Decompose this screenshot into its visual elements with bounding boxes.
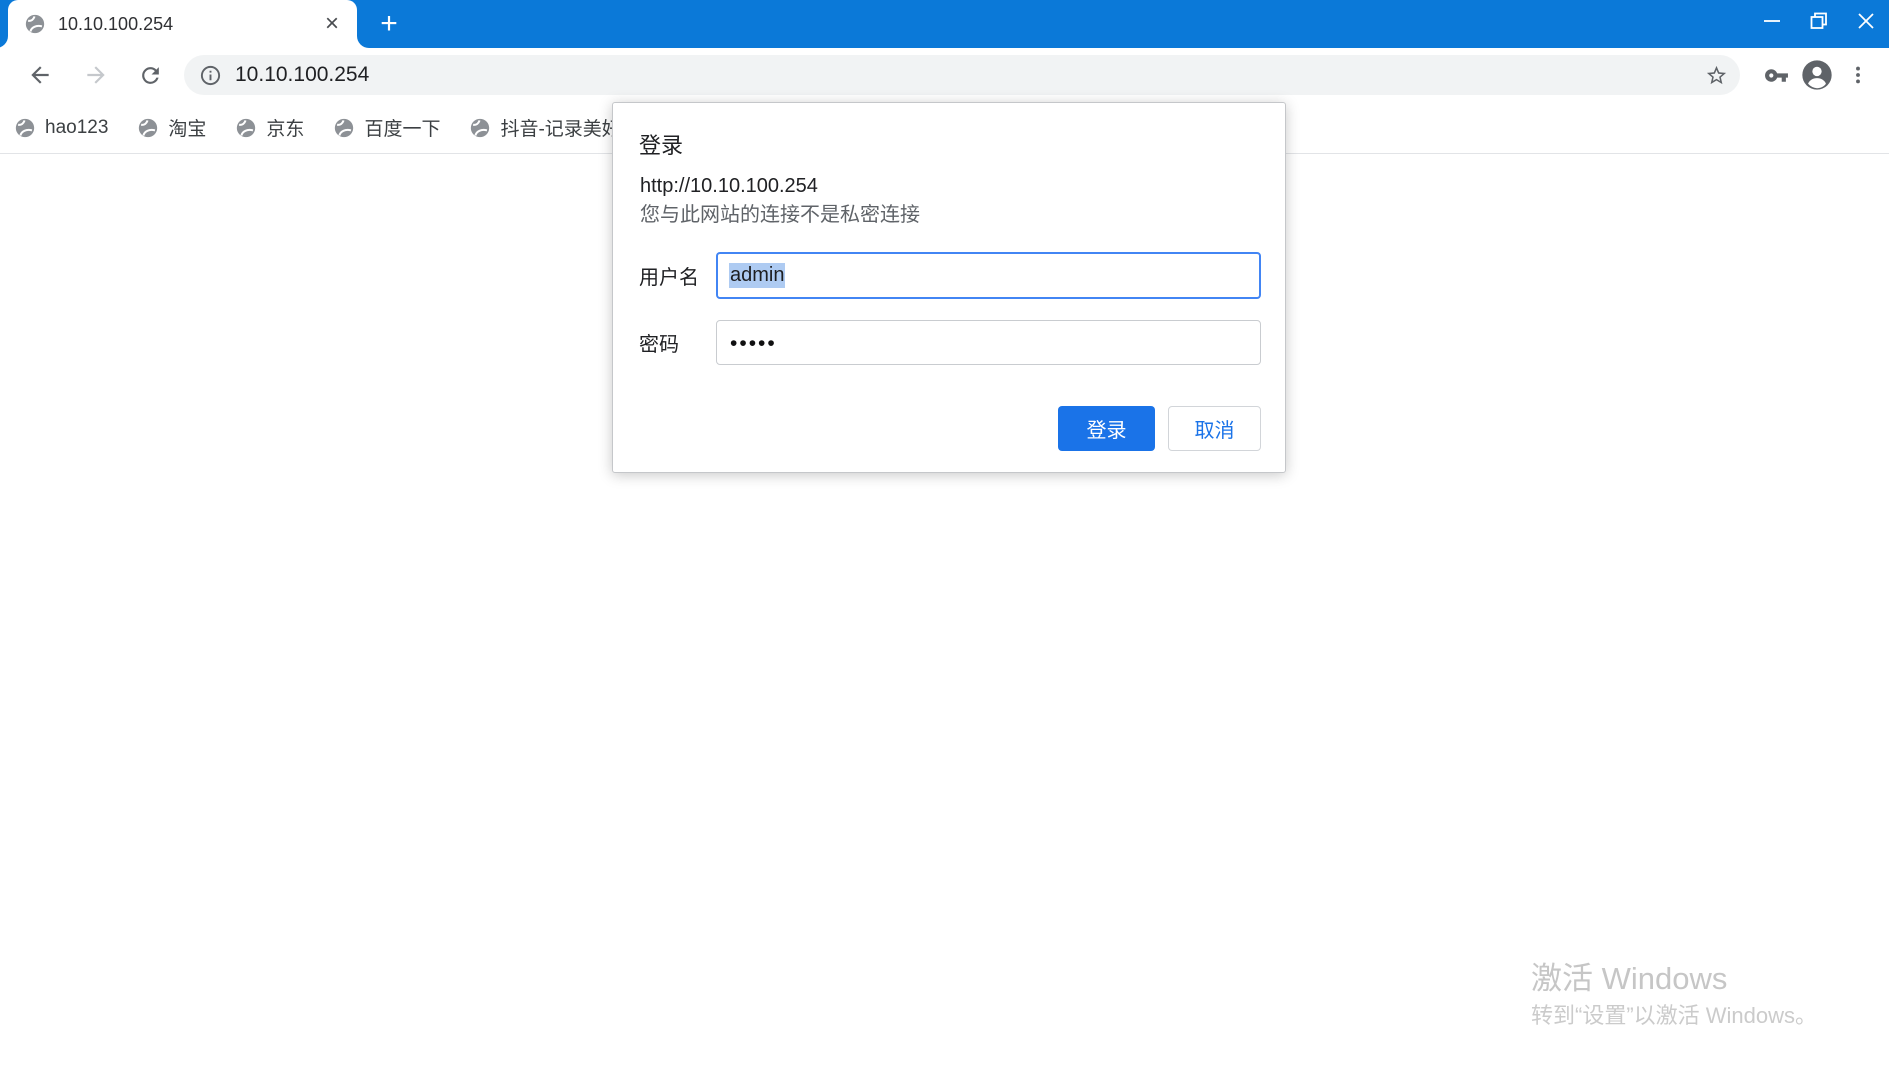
profile-avatar[interactable]: [1796, 55, 1838, 95]
bookmark-taobao[interactable]: 淘宝: [137, 114, 206, 141]
reload-icon: [141, 66, 159, 84]
reload-button[interactable]: [132, 57, 168, 93]
windows-activation-watermark: 激活 Windows 转到“设置”以激活 Windows。: [1531, 960, 1817, 1031]
window-controls: [1748, 0, 1889, 42]
browser-menu-button[interactable]: [1838, 55, 1878, 95]
minimize-icon: [1763, 20, 1780, 22]
key-icon: [1764, 68, 1788, 82]
dialog-buttons: 登录 取消: [1058, 406, 1261, 451]
browser-tab[interactable]: 10.10.100.254 ×: [0, 0, 369, 48]
globe-favicon-icon: [335, 118, 354, 137]
info-circle-icon: [200, 65, 221, 85]
restore-icon: [1810, 12, 1827, 29]
browser-window: 10.10.100.254 × + 10.10.100.254 hao123 淘…: [0, 0, 1889, 1069]
tab-curve-left: [0, 36, 8, 48]
minimize-button[interactable]: [1748, 0, 1795, 42]
bookmark-hao123[interactable]: hao123: [14, 117, 108, 139]
tab-favicon-globe-icon: [25, 14, 45, 34]
globe-favicon-icon: [471, 118, 490, 137]
bookmark-label: 淘宝: [168, 119, 207, 140]
dialog-security-warning: 您与此网站的连接不是私密连接: [640, 204, 920, 226]
username-label: 用户名: [639, 267, 699, 289]
back-arrow-icon: [31, 66, 49, 84]
password-input[interactable]: •••••: [716, 320, 1261, 365]
username-row: 用户名 admin: [639, 252, 1261, 299]
person-icon: [1802, 60, 1832, 90]
page-info-icon[interactable]: [199, 64, 222, 87]
username-value-selected: admin: [729, 263, 786, 288]
dialog-title: 登录: [639, 133, 684, 158]
close-window-button[interactable]: [1842, 0, 1889, 42]
tab-strip: 10.10.100.254 × +: [0, 0, 1889, 48]
browser-toolbar: 10.10.100.254: [0, 48, 1889, 102]
tab-curve-right: [357, 36, 369, 48]
globe-favicon-icon: [139, 118, 158, 137]
tab-close-icon[interactable]: ×: [319, 11, 345, 37]
back-button[interactable]: [22, 57, 58, 93]
restore-button[interactable]: [1795, 0, 1842, 42]
toolbar-right-actions: [1756, 55, 1878, 95]
dialog-origin-url: http://10.10.100.254: [640, 175, 818, 197]
bookmark-jd[interactable]: 京东: [235, 114, 304, 141]
bookmark-label: 百度一下: [364, 119, 441, 140]
username-input[interactable]: admin: [716, 252, 1261, 299]
address-bar[interactable]: 10.10.100.254: [184, 55, 1740, 95]
bookmark-label: 京东: [266, 119, 305, 140]
login-button[interactable]: 登录: [1058, 406, 1155, 451]
globe-favicon-icon: [15, 118, 35, 137]
new-tab-button[interactable]: +: [372, 7, 406, 40]
tab-title: 10.10.100.254: [58, 13, 174, 34]
close-window-icon: [1857, 13, 1874, 29]
bookmark-star-icon[interactable]: [1705, 64, 1728, 87]
password-masked-value: •••••: [730, 332, 777, 355]
forward-arrow-icon: [87, 66, 105, 84]
password-key-button[interactable]: [1756, 55, 1796, 95]
bookmark-baidu[interactable]: 百度一下: [333, 114, 440, 141]
http-auth-dialog: 登录 http://10.10.100.254 您与此网站的连接不是私密连接 用…: [612, 102, 1286, 473]
globe-favicon-icon: [237, 118, 256, 137]
password-row: 密码 •••••: [639, 320, 1261, 365]
star-outline-icon: [1706, 65, 1727, 84]
cancel-button[interactable]: 取消: [1168, 406, 1261, 451]
url-text[interactable]: 10.10.100.254: [235, 63, 1705, 87]
watermark-line1: 激活 Windows: [1531, 961, 1728, 996]
watermark-line2: 转到“设置”以激活 Windows。: [1531, 1003, 1818, 1028]
password-label: 密码: [639, 334, 679, 356]
forward-button[interactable]: [78, 57, 114, 93]
bookmark-label: hao123: [45, 116, 109, 138]
kebab-menu-icon: [1856, 66, 1860, 84]
